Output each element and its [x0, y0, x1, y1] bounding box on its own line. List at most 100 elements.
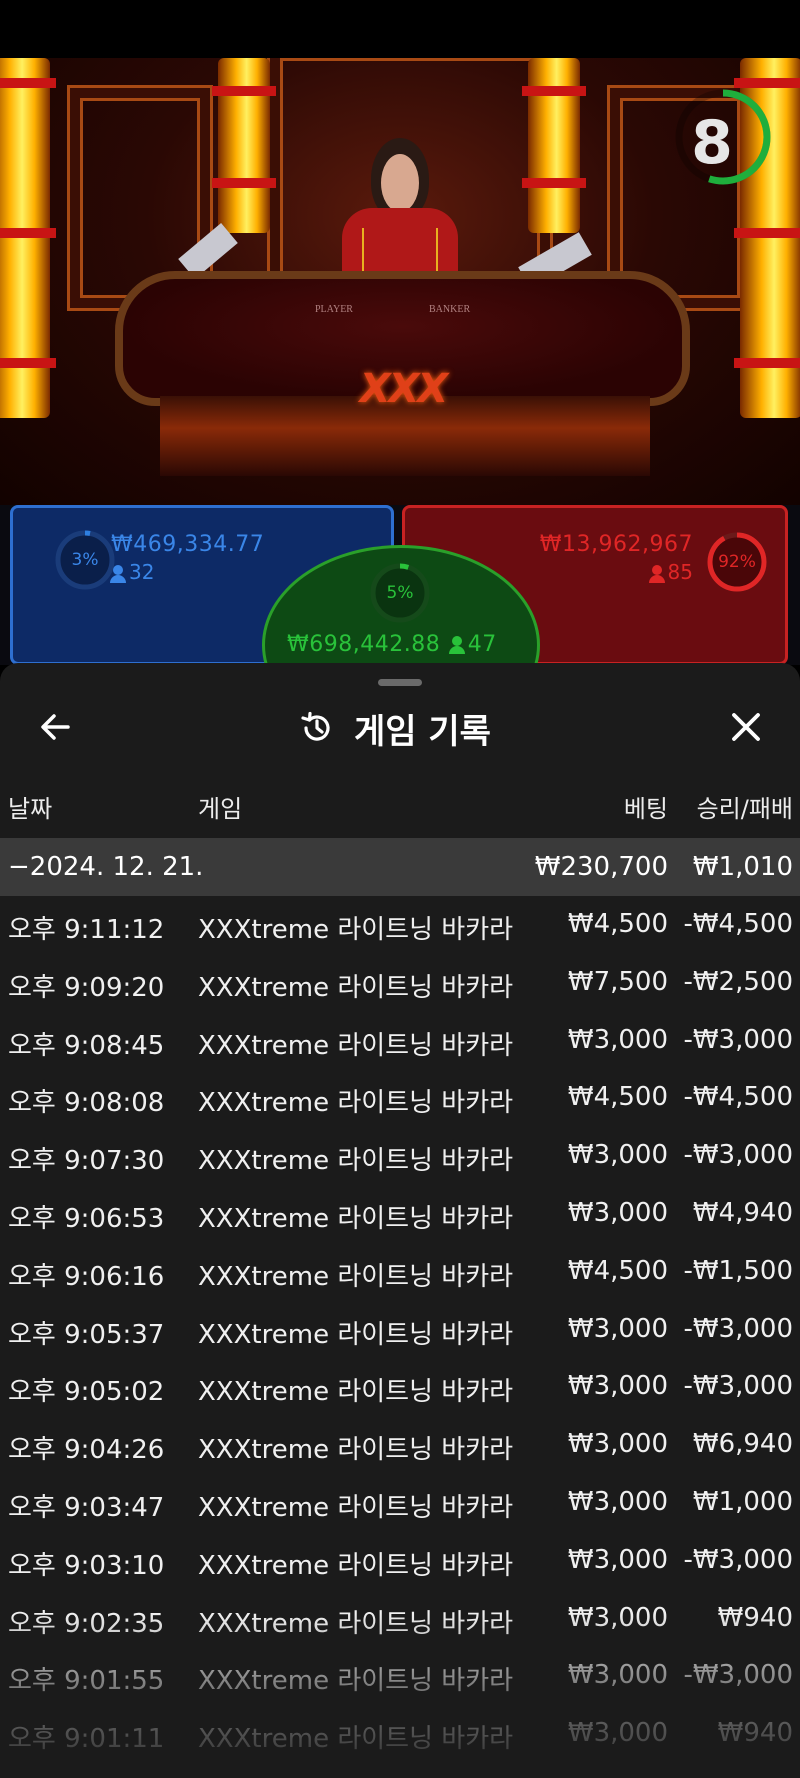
history-row[interactable]: 오후 9:01:55 XXXtreme 라이트닝 바카라 ₩3,000 -₩3,000	[0, 1647, 800, 1705]
row-time: 오후 9:09:20	[8, 972, 165, 1003]
history-list: 오후 9:11:12 XXXtreme 라이트닝 바카라 ₩4,500 -₩4,500…	[0, 896, 800, 1763]
history-row[interactable]: 오후 9:08:45 XXXtreme 라이트닝 바카라 ₩3,000 -₩3,000	[0, 1012, 800, 1070]
row-game: XXXtreme 라이트닝 바카라	[198, 972, 514, 1003]
row-game: XXXtreme 라이트닝 바카라	[198, 1435, 514, 1466]
column-date: 날짜	[8, 795, 53, 823]
row-bet: ₩3,000	[567, 1024, 668, 1055]
page-title: 게임 기록	[354, 711, 491, 752]
row-time: 오후 9:05:02	[8, 1377, 165, 1408]
row-game: XXXtreme 라이트닝 바카라	[198, 1666, 514, 1697]
row-time: 오후 9:07:30	[8, 1146, 165, 1177]
row-time: 오후 9:01:11	[8, 1724, 165, 1755]
countdown-value: 8	[691, 108, 733, 178]
row-bet: ₩3,000	[567, 1197, 668, 1228]
column-result: 승리/패배	[696, 795, 793, 823]
tie-percent: 5%	[386, 583, 414, 603]
row-bet: ₩3,000	[567, 1486, 668, 1517]
history-row[interactable]: 오후 9:09:20 XXXtreme 라이트닝 바카라 ₩7,500 -₩2,500	[0, 954, 800, 1012]
row-bet: ₩4,500	[567, 1082, 668, 1113]
row-time: 오후 9:08:45	[8, 1030, 165, 1061]
row-game: XXXtreme 라이트닝 바카라	[198, 1724, 514, 1755]
row-game: XXXtreme 라이트닝 바카라	[198, 915, 514, 945]
banker-amount: ₩13,962,967	[539, 532, 693, 557]
history-row[interactable]: 오후 9:08:08 XXXtreme 라이트닝 바카라 ₩4,500 -₩4,500	[0, 1069, 800, 1127]
row-result: ₩940	[717, 1718, 793, 1749]
drag-handle[interactable]	[378, 679, 422, 686]
person-icon	[648, 564, 665, 583]
row-game: XXXtreme 라이트닝 바카라	[198, 1030, 514, 1061]
history-row[interactable]: 오후 9:01:11 XXXtreme 라이트닝 바카라 ₩3,000 ₩940	[0, 1705, 800, 1763]
player-percent: 3%	[71, 550, 99, 570]
row-result: -₩3,000	[683, 1660, 793, 1691]
row-bet: ₩3,000	[567, 1602, 668, 1633]
light-pillar	[522, 58, 586, 233]
table-header: 날짜 게임 베팅 승리/패배	[0, 781, 800, 825]
row-game: XXXtreme 라이트닝 바카라	[198, 1608, 514, 1639]
column-game: 게임	[198, 795, 243, 823]
banker-percent: 92%	[718, 552, 756, 572]
row-result: -₩3,000	[683, 1024, 793, 1055]
table-label-player: PLAYER	[315, 304, 353, 315]
history-row[interactable]: 오후 9:05:02 XXXtreme 라이트닝 바카라 ₩3,000 -₩3,000	[0, 1358, 800, 1416]
row-bet: ₩3,000	[567, 1313, 668, 1344]
row-time: 오후 9:11:12	[8, 915, 165, 945]
row-bet: ₩4,500	[567, 1255, 668, 1286]
row-time: 오후 9:02:35	[8, 1608, 165, 1639]
row-time: 오후 9:08:08	[8, 1088, 165, 1119]
row-game: XXXtreme 라이트닝 바카라	[198, 1088, 514, 1119]
tie-amount: ₩698,442.88 47	[287, 632, 497, 657]
history-row[interactable]: 오후 9:02:35 XXXtreme 라이트닝 바카라 ₩3,000 ₩940	[0, 1590, 800, 1648]
game-logo: XXX	[359, 366, 449, 412]
row-result: -₩3,000	[683, 1140, 793, 1171]
row-result: ₩1,000	[692, 1486, 793, 1517]
date-group-row[interactable]: −2024. 12. 21. ₩230,700 ₩1,010	[0, 838, 800, 896]
history-row[interactable]: 오후 9:05:37 XXXtreme 라이트닝 바카라 ₩3,000 -₩3,000	[0, 1301, 800, 1359]
row-result: -₩3,000	[683, 1371, 793, 1402]
history-row[interactable]: 오후 9:03:47 XXXtreme 라이트닝 바카라 ₩3,000 ₩1,000	[0, 1474, 800, 1532]
row-bet: ₩3,000	[567, 1660, 668, 1691]
row-game: XXXtreme 라이트닝 바카라	[198, 1550, 514, 1581]
row-time: 오후 9:04:26	[8, 1435, 165, 1466]
history-row[interactable]: 오후 9:04:26 XXXtreme 라이트닝 바카라 ₩3,000 ₩6,940	[0, 1416, 800, 1474]
row-bet: ₩3,000	[567, 1718, 668, 1749]
row-result: ₩6,940	[692, 1429, 793, 1460]
row-game: XXXtreme 라이트닝 바카라	[198, 1492, 514, 1523]
light-pillar	[212, 58, 276, 233]
history-row[interactable]: 오후 9:06:53 XXXtreme 라이트닝 바카라 ₩3,000 ₩4,940	[0, 1185, 800, 1243]
close-icon[interactable]	[726, 707, 766, 747]
row-result: -₩4,500	[683, 1082, 793, 1113]
live-video: PLAYER BANKER XXX 8	[0, 58, 800, 508]
row-bet: ₩3,000	[567, 1429, 668, 1460]
person-icon	[448, 636, 465, 654]
column-bet: 베팅	[623, 795, 668, 823]
back-arrow-icon[interactable]	[36, 707, 76, 747]
player-count: 32	[110, 560, 154, 584]
date-group-total-result: ₩1,010	[692, 852, 793, 882]
row-time: 오후 9:06:16	[8, 1261, 165, 1292]
history-row[interactable]: 오후 9:03:10 XXXtreme 라이트닝 바카라 ₩3,000 -₩3,000	[0, 1532, 800, 1590]
row-result: ₩940	[717, 1602, 793, 1633]
row-game: XXXtreme 라이트닝 바카라	[198, 1319, 514, 1350]
light-pillar	[0, 58, 56, 418]
row-time: 오후 9:03:10	[8, 1550, 165, 1581]
row-result: -₩2,500	[683, 966, 793, 997]
row-time: 오후 9:01:55	[8, 1666, 165, 1697]
banker-count: 85	[648, 560, 693, 584]
status-bar	[0, 0, 800, 58]
row-result: -₩4,500	[683, 909, 793, 939]
player-amount: ₩469,334.77	[111, 532, 265, 557]
row-game: XXXtreme 라이트닝 바카라	[198, 1146, 514, 1177]
history-row[interactable]: 오후 9:11:12 XXXtreme 라이트닝 바카라 ₩4,500 -₩4,500	[0, 896, 800, 954]
row-game: XXXtreme 라이트닝 바카라	[198, 1377, 514, 1408]
row-bet: ₩7,500	[567, 966, 668, 997]
row-bet: ₩4,500	[567, 909, 668, 939]
history-row[interactable]: 오후 9:06:16 XXXtreme 라이트닝 바카라 ₩4,500 -₩1,500	[0, 1243, 800, 1301]
dealer-face	[381, 154, 419, 212]
table-label-banker: BANKER	[429, 304, 471, 315]
row-result: -₩3,000	[683, 1313, 793, 1344]
history-row[interactable]: 오후 9:07:30 XXXtreme 라이트닝 바카라 ₩3,000 -₩3,000	[0, 1127, 800, 1185]
person-icon	[110, 564, 126, 583]
row-game: XXXtreme 라이트닝 바카라	[198, 1203, 514, 1234]
row-time: 오후 9:05:37	[8, 1319, 165, 1350]
row-time: 오후 9:06:53	[8, 1203, 165, 1234]
